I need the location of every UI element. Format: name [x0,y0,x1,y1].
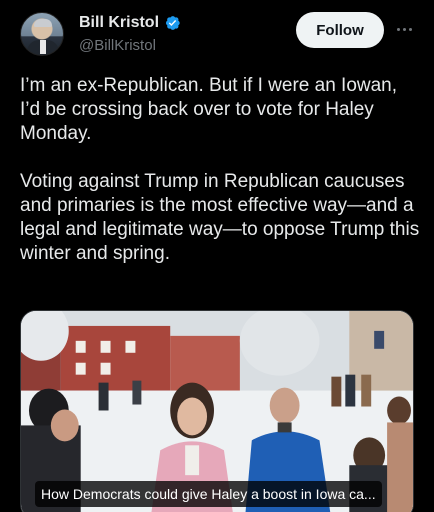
author-display-name[interactable]: Bill Kristol [79,14,159,32]
tweet-header: Bill Kristol @BillKristol Follow [0,0,434,70]
tweet-paragraph: Voting against Trump in Republican caucu… [20,171,420,264]
media-card[interactable]: How Democrats could give Haley a boost i… [20,310,414,512]
follow-button[interactable]: Follow [296,12,384,48]
ellipsis-icon[interactable] [394,22,414,36]
media-caption[interactable]: How Democrats could give Haley a boost i… [35,481,382,507]
author-name-row[interactable]: Bill Kristol [79,13,181,33]
tweet-text: I’m an ex-Republican. But if I were an I… [20,74,420,290]
verified-badge-icon [165,16,180,30]
author-handle[interactable]: @BillKristol [79,37,156,54]
tweet-paragraph: I’m an ex-Republican. But if I were an I… [20,75,398,144]
author-avatar[interactable] [20,12,64,56]
